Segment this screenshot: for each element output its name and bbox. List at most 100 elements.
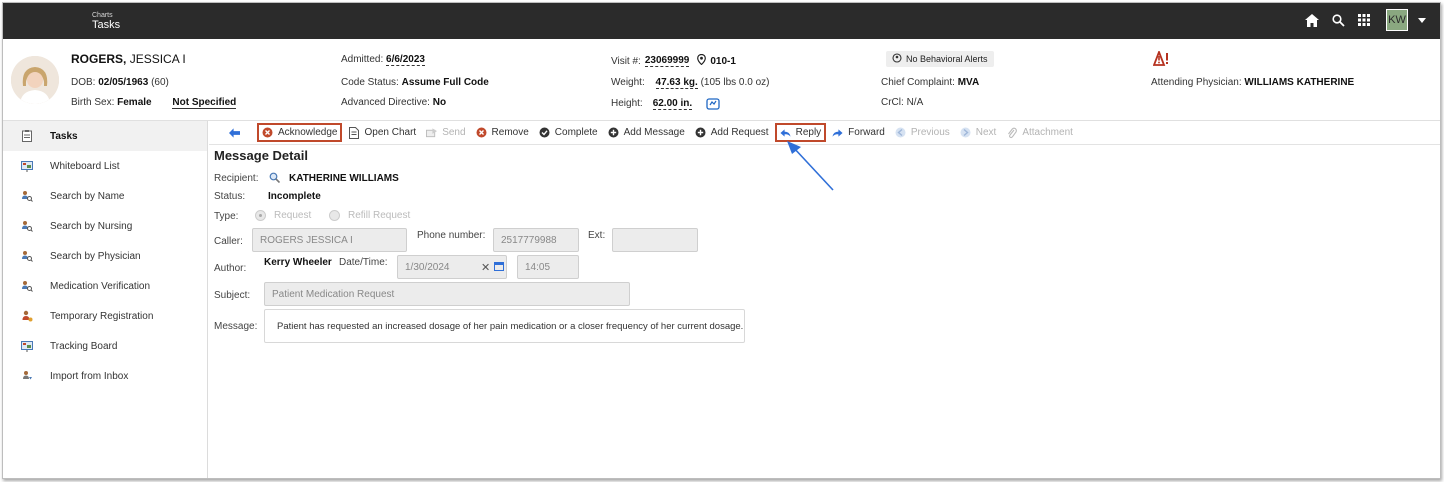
subject-field[interactable]: Patient Medication Request [264, 282, 630, 306]
type-request-label: Request [274, 210, 312, 221]
next-button[interactable]: Next [956, 124, 1001, 141]
type-refill-radio[interactable]: Refill Request [329, 210, 410, 221]
plus-circle-icon [608, 127, 619, 138]
remove-label: Remove [491, 127, 529, 138]
status-label: Status: [214, 191, 246, 202]
patient-banner: ROGERS, JESSICA I DOB: 02/05/1963 (60) B… [3, 39, 1440, 121]
user-menu-chevron-down-icon[interactable] [1418, 17, 1426, 23]
tracking-board-icon [21, 340, 33, 352]
forward-button[interactable]: Forward [828, 124, 889, 141]
forward-icon [832, 127, 843, 138]
add-message-button[interactable]: Add Message [604, 124, 689, 141]
sidebar-item-temporary-registration[interactable]: Temporary Registration [3, 301, 207, 331]
remove-button[interactable]: Remove [472, 124, 533, 141]
sidebar-item-search-by-physician[interactable]: Search by Physician [3, 241, 207, 271]
gender-identity-link[interactable]: Not Specified [172, 97, 237, 109]
open-chart-button[interactable]: Open Chart [344, 124, 420, 141]
chief-complaint-label: Chief Complaint: [881, 77, 955, 88]
search-people-icon [21, 220, 33, 232]
caller-label: Caller: [214, 236, 243, 247]
user-avatar[interactable]: KW [1386, 9, 1408, 31]
code-status-value: Assume Full Code [401, 77, 489, 88]
search-icon[interactable] [1330, 12, 1346, 28]
behavioral-alerts-text: No Behavioral Alerts [906, 54, 988, 64]
patient-photo [11, 56, 59, 104]
type-request-radio[interactable]: Request [255, 210, 311, 221]
admitted-link[interactable]: 6/6/2023 [386, 54, 425, 66]
acknowledge-button[interactable]: Acknowledge [257, 123, 343, 142]
next-label: Next [975, 127, 997, 138]
home-icon[interactable] [1304, 12, 1320, 28]
attending-value: WILLIAMS KATHERINE [1244, 77, 1355, 88]
acknowledge-icon [262, 127, 273, 138]
allergy-warning-icon[interactable] [1152, 49, 1171, 69]
attachment-button[interactable]: Attachment [1002, 124, 1077, 141]
sidebar-item-import-from-inbox[interactable]: Import from Inbox [3, 361, 207, 391]
clear-date-icon[interactable]: ✕ [481, 261, 490, 274]
age-value: (60) [151, 77, 169, 88]
sidebar-item-tracking-board[interactable]: Tracking Board [3, 331, 207, 361]
weight-extra: (105 lbs 0.0 oz) [700, 77, 770, 88]
message-body[interactable]: Patient has requested an increased dosag… [264, 309, 745, 343]
sidebar-item-label: Temporary Registration [50, 310, 154, 322]
date-field[interactable]: 1/30/2024 [397, 255, 507, 279]
send-label: Send [442, 127, 466, 138]
complete-button[interactable]: Complete [535, 124, 602, 141]
search-people-icon [21, 280, 33, 292]
sidebar-item-search-by-nursing[interactable]: Search by Nursing [3, 211, 207, 241]
visit-link[interactable]: 23069999 [644, 55, 690, 67]
reply-button[interactable]: Reply [774, 123, 827, 142]
breadcrumb-parent[interactable]: Charts [92, 12, 113, 19]
sidebar-item-search-by-name[interactable]: Search by Name [3, 181, 207, 211]
datetime-label: Date/Time: [339, 257, 388, 268]
time-field[interactable]: 14:05 [517, 255, 579, 279]
sidebar-item-whiteboard-list[interactable]: Whiteboard List [3, 151, 207, 181]
message-detail-title: Message Detail [214, 148, 308, 163]
caller-field[interactable]: ROGERS JESSICA I [252, 228, 407, 252]
sidebar-item-label: Import from Inbox [50, 370, 129, 382]
radio-dot [329, 210, 340, 221]
back-button[interactable] [225, 124, 249, 141]
subject-label: Subject: [214, 290, 251, 301]
apps-grid-icon[interactable] [1356, 12, 1372, 28]
recipient-value: KATHERINE WILLIAMS [289, 173, 399, 184]
document-icon [348, 126, 359, 139]
phone-label: Phone number: [417, 230, 486, 241]
open-chart-label: Open Chart [364, 127, 417, 138]
weight-link[interactable]: 47.63 kg. [655, 77, 698, 89]
phone-field[interactable]: 2517779988 [493, 228, 579, 252]
height-link[interactable]: 62.00 in. [652, 98, 693, 110]
sidebar-item-label: Search by Physician [50, 250, 141, 262]
calendar-icon[interactable] [494, 261, 504, 274]
visit-row: Visit #: 23069999 010-1 [611, 53, 736, 68]
add-request-label: Add Request [710, 127, 769, 138]
sidebar-item-label: Tasks [50, 130, 78, 142]
weight-label: Weight: [611, 77, 645, 88]
crcl-row: CrCl: N/A [881, 97, 923, 108]
sidebar-item-medication-verification[interactable]: Medication Verification [3, 271, 207, 301]
advanced-directive-value: No [432, 97, 447, 108]
recipient-search-icon[interactable] [269, 172, 281, 186]
patient-last-name: ROGERS, [71, 52, 127, 66]
forward-label: Forward [848, 127, 885, 138]
visit-label: Visit #: [611, 55, 641, 67]
code-status-row: Code Status: Assume Full Code [341, 77, 489, 88]
growth-chart-icon[interactable] [706, 97, 720, 110]
patient-first-name: JESSICA I [129, 52, 186, 66]
breadcrumb-title: Tasks [92, 19, 121, 31]
add-request-button[interactable]: Add Request [691, 124, 773, 141]
height-row: Height: 62.00 in. [611, 97, 720, 110]
ext-field[interactable] [612, 228, 698, 252]
whiteboard-icon [21, 160, 33, 172]
type-refill-label: Refill Request [348, 210, 411, 221]
back-arrow-icon [229, 127, 240, 138]
previous-button[interactable]: Previous [891, 124, 954, 141]
ext-label: Ext: [588, 230, 606, 241]
complete-label: Complete [554, 127, 598, 138]
message-label: Message: [214, 321, 258, 332]
sidebar-item-tasks[interactable]: Tasks [3, 121, 207, 151]
paperclip-icon [1006, 127, 1017, 138]
send-button[interactable]: Send [422, 124, 469, 141]
remove-icon [476, 127, 487, 138]
behavioral-alerts-badge[interactable]: No Behavioral Alerts [886, 51, 994, 67]
